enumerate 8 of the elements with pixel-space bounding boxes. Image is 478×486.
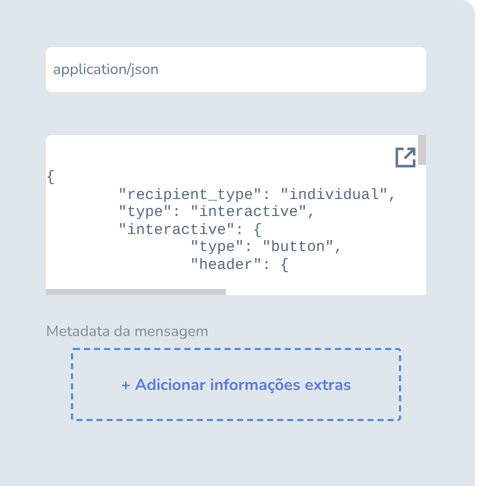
code-editor[interactable]: { "recipient_type": "individual", "type": "interactive", "interactive": { "type": "button", "header": { bbox=[46, 135, 426, 295]
section-label: Metadata da mensagem bbox=[46, 322, 210, 342]
external-link-icon[interactable] bbox=[394, 146, 417, 169]
input-field[interactable]: application/json bbox=[46, 47, 426, 92]
horizontal-scrollbar[interactable] bbox=[46, 289, 226, 295]
add-info-button[interactable]: + Adicionar informações extras bbox=[71, 348, 401, 421]
code-text: { "recipient_type": "individual", "type": "interactive", "interactive": { "type": "button", "header": { bbox=[46, 169, 398, 274]
vertical-scrollbar[interactable] bbox=[418, 135, 426, 165]
